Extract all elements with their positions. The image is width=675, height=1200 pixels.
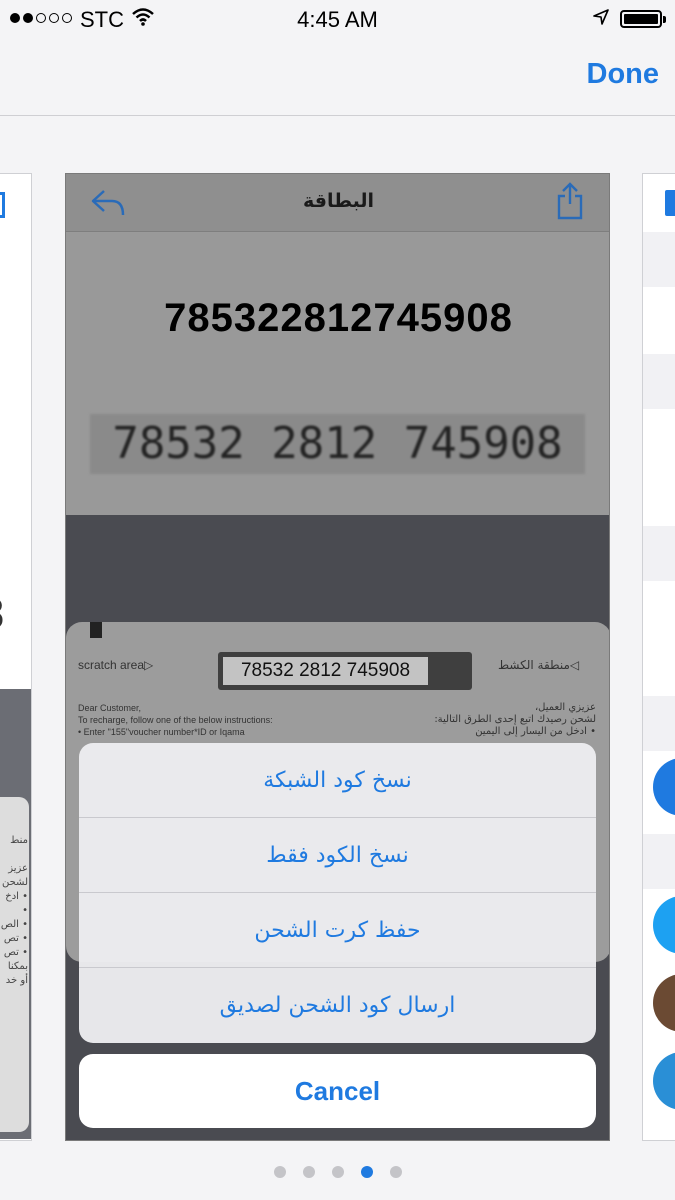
copy-network-code-button[interactable]: نسخ كود الشبكة bbox=[79, 743, 596, 818]
location-arrow-icon bbox=[593, 9, 609, 25]
page-dot[interactable] bbox=[389, 1166, 402, 1178]
clock: 4:45 AM bbox=[297, 7, 378, 32]
recharge-code: 785322812745908 bbox=[164, 296, 513, 340]
instagram-icon bbox=[653, 974, 675, 1032]
settings-section bbox=[643, 232, 675, 287]
cancel-button[interactable]: Cancel bbox=[79, 1054, 596, 1128]
app-icon bbox=[653, 758, 675, 816]
share-icon bbox=[665, 190, 675, 216]
preview-nav-bar: البطاقة bbox=[66, 174, 609, 232]
send-code-to-friend-button[interactable]: ارسال كود الشحن لصديق bbox=[79, 968, 596, 1043]
next-page-preview[interactable] bbox=[642, 173, 675, 1141]
card-instructions-en: Dear Customer, To recharge, follow one o… bbox=[78, 703, 273, 737]
scratch-area-label-ar: ◁منطقة الكشط bbox=[498, 658, 580, 672]
action-sheet: نسخ كود الشبكة نسخ الكود فقط حفظ كرت الش… bbox=[79, 743, 596, 1043]
done-button[interactable]: Done bbox=[587, 58, 660, 91]
settings-section bbox=[643, 696, 675, 751]
code-fragment: 8 bbox=[0, 592, 5, 638]
settings-section bbox=[643, 526, 675, 581]
copy-code-only-button[interactable]: نسخ الكود فقط bbox=[79, 818, 596, 893]
settings-section bbox=[643, 834, 675, 889]
scratch-area-label-en: scratch area▷ bbox=[78, 658, 154, 672]
app-icon bbox=[653, 1052, 675, 1110]
battery-icon bbox=[620, 10, 666, 28]
divider bbox=[0, 115, 675, 116]
card-printed-code: 78532 2812 745908 bbox=[223, 657, 428, 685]
twitter-icon bbox=[653, 896, 675, 954]
share-icon bbox=[0, 192, 5, 218]
card-text-fragment: منط عزيز لشحن • ادخ • • الص • تص • تص بمكنا أو خد bbox=[0, 835, 28, 986]
card-notch bbox=[90, 622, 102, 638]
previous-page-preview[interactable]: 8 منطعزيزلشحن• ادخ•• الص• تص• تصبمكناأو … bbox=[0, 173, 32, 1141]
card-instructions-ar: عزيزي العميل، لشحن رصيدك اتبع إحدى الطرق… bbox=[434, 702, 596, 737]
save-card-button[interactable]: حفظ كرت الشحن bbox=[79, 893, 596, 968]
preview-title: البطاقة bbox=[302, 190, 374, 212]
settings-section bbox=[643, 354, 675, 409]
page-indicator[interactable] bbox=[0, 1166, 675, 1178]
page-dot[interactable] bbox=[331, 1166, 344, 1178]
share-icon bbox=[557, 182, 583, 220]
page-dot[interactable] bbox=[273, 1166, 286, 1178]
page-dot-active[interactable] bbox=[360, 1166, 373, 1178]
scanned-code-image: 78532 2812 745908 bbox=[90, 414, 585, 474]
status-bar: STC 4:45 AM bbox=[0, 0, 675, 38]
page-dot[interactable] bbox=[302, 1166, 315, 1178]
